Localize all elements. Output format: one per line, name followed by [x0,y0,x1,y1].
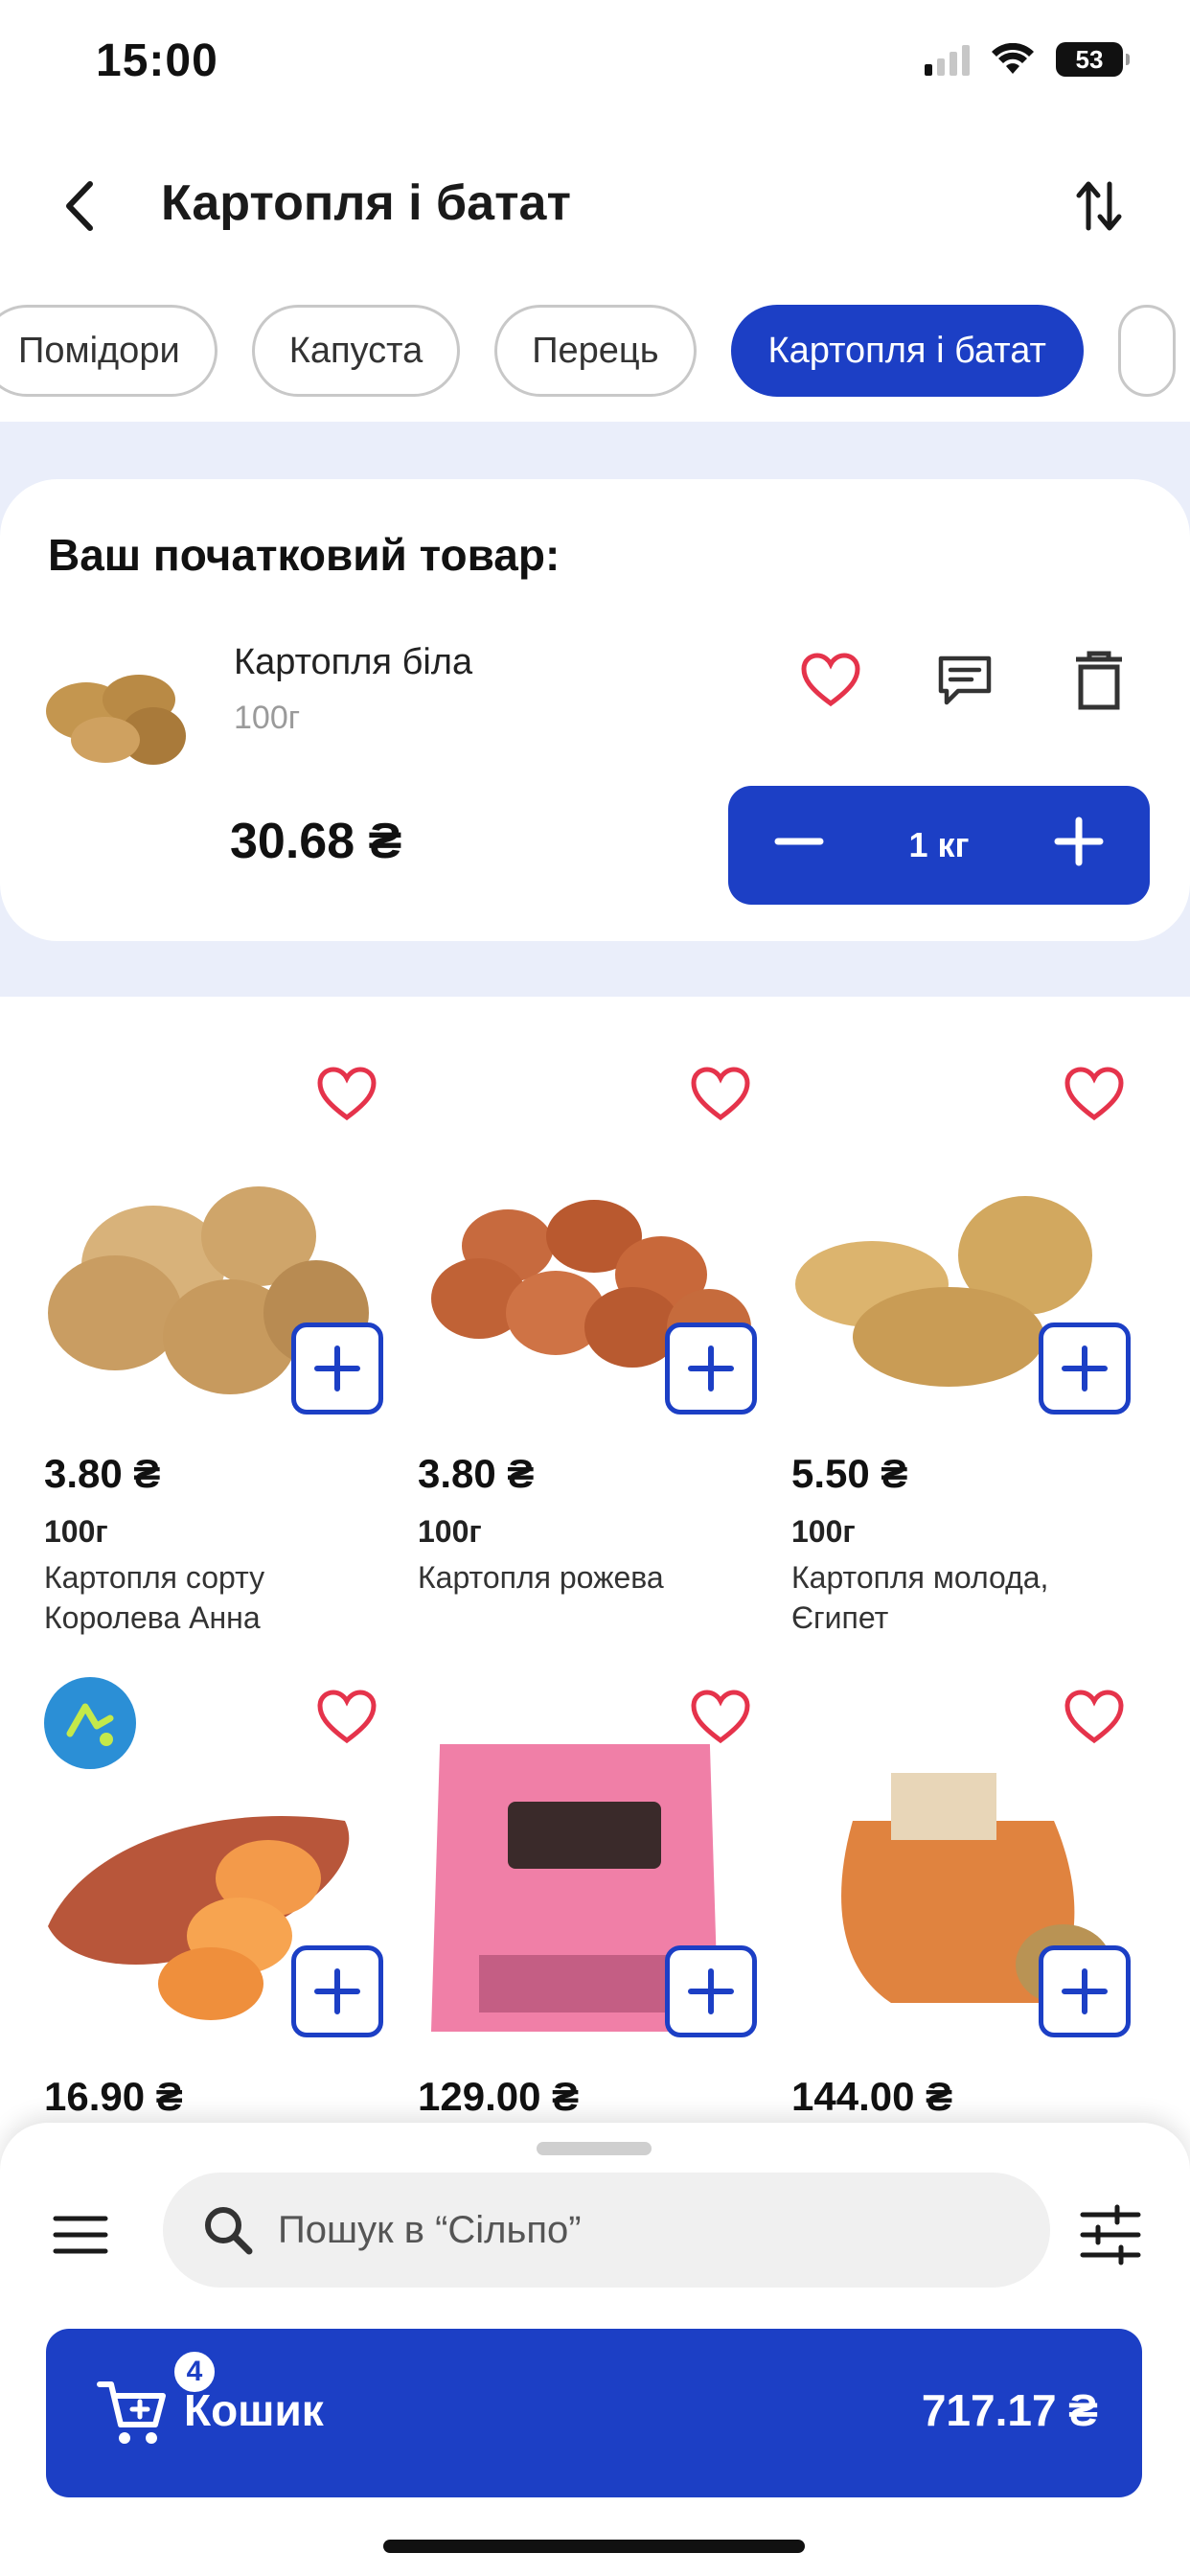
cart-total: 717.17 ₴ [921,2385,1098,2435]
bottom-sheet: 4 Кошик 717.17 ₴ [0,2123,1190,2576]
plus-icon [314,1346,360,1392]
heart-icon [691,1067,750,1121]
header: Картопля і батат [0,144,1190,268]
initial-product-weight: 100г [234,700,301,736]
chip-tomatoes[interactable]: Помідори [0,305,217,397]
add-to-cart-button[interactable] [1039,1322,1131,1414]
menu-icon [53,2216,108,2254]
menu-button[interactable] [52,2211,109,2259]
product-price: 3.80 ₴ [44,1451,161,1496]
comment-button[interactable] [931,647,998,714]
sheet-grabber[interactable] [537,2142,652,2155]
heart-icon [317,1690,377,1744]
favorite-button[interactable] [1064,1066,1131,1133]
wifi-icon [992,43,1034,74]
heart-icon [801,653,860,707]
add-to-cart-button[interactable] [665,1322,757,1414]
product-name: Картопля рожева [418,1560,664,1595]
initial-product-actions [797,647,1133,714]
filter-button[interactable] [1079,2203,1142,2266]
product-weight: 100г [418,1514,482,1549]
product-price: 129.00 ₴ [418,2074,580,2119]
chip-pepper[interactable]: Перець [494,305,697,397]
plus-button[interactable] [1052,812,1106,879]
product-weight: 100г [791,1514,856,1549]
search-input[interactable] [278,2208,949,2252]
chip-next[interactable] [1117,305,1176,397]
favorite-button[interactable] [690,1689,757,1756]
battery-icon: 53 [1056,42,1130,77]
cart-button[interactable]: 4 Кошик 717.17 ₴ [46,2329,1142,2497]
potato-image [46,675,186,765]
status-bar: 15:00 53 [0,0,1190,125]
minus-icon [774,838,824,845]
product-card[interactable]: 5.50 ₴ 100г Картопля молода, Єгипет [776,1045,1131,1658]
favorite-button[interactable] [797,647,864,714]
favorite-button[interactable] [316,1066,383,1133]
cart-icon [97,2381,166,2444]
delete-button[interactable] [1065,647,1133,714]
trash-icon [1076,651,1122,710]
product-weight: 100г [44,1514,108,1549]
chip-potatoes-active[interactable]: Картопля і батат [730,305,1084,397]
sort-icon [1076,181,1122,231]
filter-icon [1080,2204,1141,2266]
cart-label: Кошик [184,2385,324,2435]
page-title: Картопля і батат [161,175,571,231]
heart-icon [691,1690,750,1744]
plus-icon [314,1968,360,2014]
product-name: Картопля молода, Єгипет [791,1560,1049,1635]
product-price: 3.80 ₴ [418,1451,535,1496]
product-price: 16.90 ₴ [44,2074,183,2119]
add-to-cart-button[interactable] [1039,1945,1131,2037]
product-name: Картопля сорту Королева Анна [44,1560,265,1635]
favorite-button[interactable] [690,1066,757,1133]
comment-icon [938,656,992,705]
heart-icon [1064,1690,1124,1744]
search-bar[interactable] [163,2173,1050,2288]
plus-icon [688,1346,734,1392]
add-to-cart-button[interactable] [665,1945,757,2037]
initial-product-card: Ваш початковий товар: Картопля біла 100г [0,479,1190,941]
search-icon [205,2207,253,2255]
initial-product-section: Ваш початковий товар: Картопля біла 100г [0,422,1190,997]
minus-button[interactable] [772,812,826,879]
plus-icon [1062,1968,1108,2014]
back-arrow-icon [66,181,93,231]
home-indicator[interactable] [383,2540,805,2553]
plus-icon [688,1968,734,2014]
plus-icon [1062,1346,1108,1392]
status-icons: 53 [925,42,1130,77]
signal-icon [925,43,970,76]
plus-icon [1054,816,1104,866]
chip-cabbage[interactable]: Капуста [251,305,461,397]
quantity-value: 1 кг [908,825,970,864]
back-button[interactable] [48,172,115,240]
heart-icon [1064,1067,1124,1121]
quantity-stepper: 1 кг [728,786,1150,905]
initial-product-name: Картопля біла [234,642,473,682]
product-card[interactable]: 3.80 ₴ 100г Картопля сорту Королева Анна [29,1045,383,1658]
heart-icon [317,1067,377,1121]
product-card[interactable]: 3.80 ₴ 100г Картопля рожева [402,1045,757,1658]
sort-button[interactable] [1065,172,1133,240]
favorite-button[interactable] [1064,1689,1131,1756]
category-chips: Помідори Капуста Перець Картопля і батат [0,305,1176,401]
initial-product-price: 30.68 ₴ [230,814,402,869]
initial-product-title: Ваш початковий товар: [48,530,561,580]
add-to-cart-button[interactable] [291,1322,383,1414]
favorite-button[interactable] [316,1689,383,1756]
status-time: 15:00 [96,35,218,86]
product-price: 5.50 ₴ [791,1451,908,1496]
product-price: 144.00 ₴ [791,2074,953,2119]
add-to-cart-button[interactable] [291,1945,383,2037]
